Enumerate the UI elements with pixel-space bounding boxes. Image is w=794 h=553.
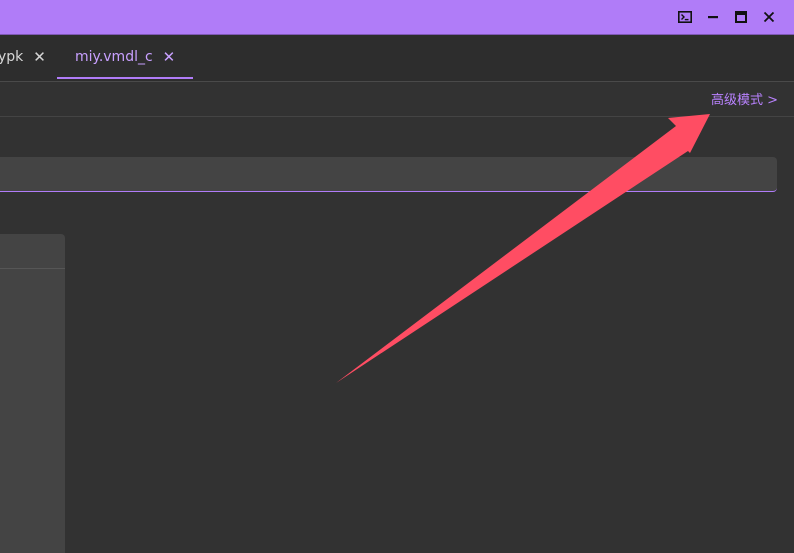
maximize-icon[interactable] [732, 8, 750, 26]
window-controls [676, 6, 778, 28]
tab-label: miy.vmdl_c [75, 49, 153, 65]
tab-ypk[interactable]: ypk ✕ [0, 35, 46, 79]
panel-header [0, 234, 65, 269]
tab-miy-vmdl-c[interactable]: miy.vmdl_c ✕ [57, 35, 194, 79]
advanced-mode-link[interactable]: 高级模式 > [711, 89, 778, 108]
close-tab-icon[interactable]: ✕ [163, 49, 176, 65]
text-input[interactable] [0, 157, 777, 192]
tab-label: ypk [0, 49, 24, 65]
side-panel [0, 234, 65, 553]
tab-bar: ypk ✕ miy.vmdl_c ✕ [0, 35, 794, 82]
minimize-icon[interactable] [704, 8, 722, 26]
close-tab-icon[interactable]: ✕ [33, 49, 46, 65]
toolbar: 高级模式 > [0, 82, 794, 117]
title-bar [0, 0, 794, 35]
terminal-icon[interactable] [676, 8, 694, 26]
close-icon[interactable] [760, 8, 778, 26]
